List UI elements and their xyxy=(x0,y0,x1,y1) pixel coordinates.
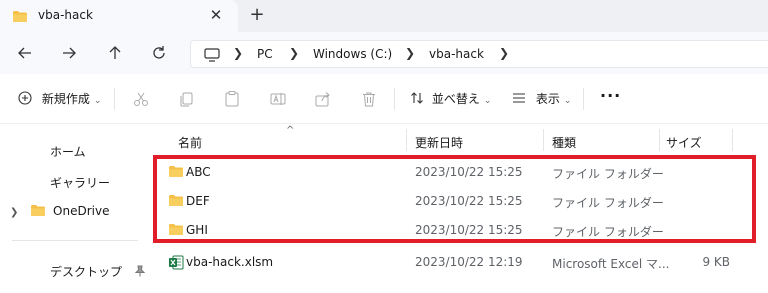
column-header-name[interactable]: 名前 xyxy=(178,134,202,151)
navigation-bar: ❯ PC ❯ Windows (C:) ❯ vba-hack ❯ xyxy=(0,32,768,74)
new-tab-button[interactable]: + xyxy=(247,5,267,25)
folder-icon xyxy=(168,194,184,210)
tab-title: vba-hack xyxy=(38,8,93,22)
chevron-down-icon: ⌄ xyxy=(563,96,572,106)
column-divider[interactable] xyxy=(406,129,407,151)
file-size: 9 KB xyxy=(702,255,730,269)
file-list: ^ 名前 更新日時 種類 サイズ ABC 2023/10/22 15:25 ファ… xyxy=(150,125,768,293)
forward-arrow-icon[interactable] xyxy=(58,42,80,64)
chevron-right-icon: ❯ xyxy=(499,46,510,60)
sort-ascending-icon: ^ xyxy=(286,125,295,136)
file-row[interactable]: DEF 2023/10/22 15:25 ファイル フォルダー xyxy=(164,187,754,215)
file-name: DEF xyxy=(186,194,210,208)
breadcrumb-pc[interactable]: PC xyxy=(257,47,273,61)
file-type: ファイル フォルダー xyxy=(552,225,664,239)
back-arrow-icon[interactable] xyxy=(14,42,36,64)
toolbar-divider xyxy=(583,88,584,110)
folder-icon xyxy=(168,223,184,239)
file-row[interactable]: GHI 2023/10/22 15:25 ファイル フォルダー xyxy=(164,216,754,244)
tab-vba-hack[interactable]: vba-hack ✕ xyxy=(0,0,238,32)
file-name: vba-hack.xlsm xyxy=(186,255,274,269)
chevron-right-icon: ❯ xyxy=(233,46,244,60)
rename-icon[interactable] xyxy=(269,90,287,108)
column-divider[interactable] xyxy=(543,129,544,151)
toolbar-divider xyxy=(394,88,395,110)
file-date: 2023/10/22 15:25 xyxy=(415,223,523,237)
column-header-type[interactable]: 種類 xyxy=(552,134,576,151)
up-arrow-icon[interactable] xyxy=(104,42,126,64)
close-icon[interactable]: ✕ xyxy=(207,6,225,24)
excel-file-icon xyxy=(168,255,184,273)
view-button-label: 表示 xyxy=(535,92,560,106)
folder-icon xyxy=(168,165,184,181)
view-icon xyxy=(513,93,525,103)
navigation-pane: ホーム ギャラリー ❯ OneDrive デスクトップ xyxy=(0,125,150,293)
chevron-down-icon: ⌄ xyxy=(483,96,492,106)
delete-icon[interactable] xyxy=(360,90,378,108)
file-type: ファイル フォルダー xyxy=(552,196,664,210)
sidebar-item-home[interactable]: ホーム xyxy=(50,143,86,160)
file-date: 2023/10/22 15:25 xyxy=(415,165,523,179)
sidebar-divider xyxy=(12,240,138,241)
folder-icon xyxy=(12,10,28,26)
toolbar-divider xyxy=(114,88,115,110)
share-icon[interactable] xyxy=(314,90,332,108)
column-header-size[interactable]: サイズ xyxy=(666,134,702,151)
refresh-icon[interactable] xyxy=(148,42,170,64)
sort-button-label: 並べ替え xyxy=(431,92,480,106)
file-name: ABC xyxy=(186,165,211,179)
file-row[interactable]: ABC 2023/10/22 15:25 ファイル フォルダー xyxy=(164,158,754,186)
chevron-down-icon: ⌄ xyxy=(93,96,102,106)
sidebar-item-desktop[interactable]: デスクトップ xyxy=(50,263,146,280)
sidebar-item-label: OneDrive xyxy=(53,204,110,218)
folder-icon xyxy=(31,205,46,216)
file-name: GHI xyxy=(186,223,208,237)
sort-button[interactable]: 並べ替え ⌄ xyxy=(410,90,491,107)
sidebar-item-gallery[interactable]: ギャラリー xyxy=(50,174,110,191)
paste-icon[interactable] xyxy=(223,90,241,108)
sidebar-item-onedrive[interactable]: ❯ OneDrive xyxy=(10,204,109,218)
sort-icon xyxy=(411,92,423,104)
breadcrumb-drive[interactable]: Windows (C:) xyxy=(313,47,392,61)
command-bar: 新規作成 ⌄ 並べ替え ⌄ 表示 ⌄ ··· xyxy=(0,74,768,124)
column-header-date[interactable]: 更新日時 xyxy=(415,134,463,151)
add-circle-icon xyxy=(18,91,32,105)
new-button[interactable]: 新規作成 ⌄ xyxy=(18,90,101,107)
copy-icon[interactable] xyxy=(178,90,196,108)
cut-icon[interactable] xyxy=(132,90,150,108)
address-bar[interactable]: ❯ PC ❯ Windows (C:) ❯ vba-hack ❯ xyxy=(190,40,768,68)
file-date: 2023/10/22 12:19 xyxy=(415,255,523,269)
column-divider[interactable] xyxy=(659,129,660,151)
monitor-icon xyxy=(203,47,221,66)
chevron-right-icon: ❯ xyxy=(405,46,416,60)
file-type: Microsoft Excel マ... xyxy=(552,257,670,271)
view-button[interactable]: 表示 ⌄ xyxy=(512,90,571,107)
file-date: 2023/10/22 15:25 xyxy=(415,194,523,208)
tab-bar: vba-hack ✕ + xyxy=(0,0,768,32)
column-divider[interactable] xyxy=(732,129,733,151)
file-row[interactable]: vba-hack.xlsm 2023/10/22 12:19 Microsoft… xyxy=(164,248,754,276)
breadcrumb-folder[interactable]: vba-hack xyxy=(429,47,484,61)
pin-icon[interactable] xyxy=(134,265,146,277)
more-options-icon[interactable]: ··· xyxy=(600,86,621,105)
file-type: ファイル フォルダー xyxy=(552,167,664,181)
chevron-right-icon[interactable]: ❯ xyxy=(10,207,18,218)
chevron-right-icon: ❯ xyxy=(289,46,300,60)
new-button-label: 新規作成 xyxy=(41,92,90,106)
sidebar-item-label: デスクトップ xyxy=(50,265,123,279)
